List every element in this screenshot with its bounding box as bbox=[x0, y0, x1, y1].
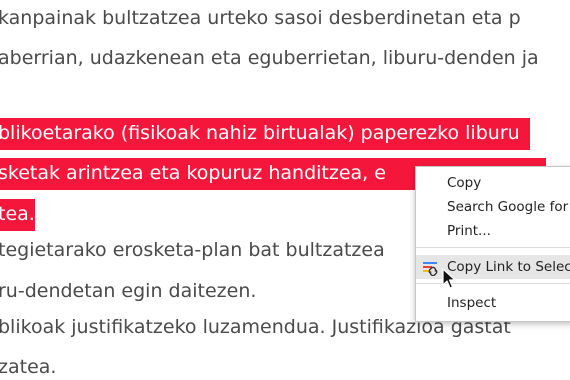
menu-item-label: Copy bbox=[447, 175, 482, 191]
paragraph-line: kanpainak bultzatzea urteko sasoi desber… bbox=[0, 6, 521, 30]
paragraph-line: tegietarako erosketa-plan bat bultzatzea bbox=[0, 238, 385, 262]
menu-separator bbox=[416, 247, 570, 248]
menu-item-inspect[interactable]: Inspect bbox=[416, 291, 570, 315]
line-text: aberrian, udazkenean eta eguberrietan, l… bbox=[0, 47, 539, 69]
selected-text[interactable]: tea. bbox=[0, 199, 35, 231]
context-menu: Copy Search Google for Print... Copy Lin… bbox=[415, 166, 570, 322]
menu-item-label: Print... bbox=[447, 223, 491, 239]
menu-item-print[interactable]: Print... bbox=[416, 219, 570, 243]
mouse-pointer-icon bbox=[442, 268, 456, 290]
menu-separator bbox=[416, 283, 570, 284]
menu-item-label: Search Google for bbox=[447, 199, 569, 215]
paragraph-line: aberrian, udazkenean eta eguberrietan, l… bbox=[0, 46, 539, 70]
menu-item-copy-link-to-selection[interactable]: Copy Link to Selec bbox=[416, 255, 570, 279]
line-text: kanpainak bultzatzea urteko sasoi desber… bbox=[0, 7, 521, 29]
selected-text[interactable]: blikoetarako (fisikoak nahiz birtualak) … bbox=[0, 118, 530, 150]
line-text: zatea. bbox=[0, 356, 57, 378]
paragraph-line: ru-dendetan egin daitezen. bbox=[0, 279, 256, 303]
link-highlight-icon bbox=[423, 260, 439, 277]
menu-item-search-google[interactable]: Search Google for bbox=[416, 195, 570, 219]
selected-line: blikoetarako (fisikoak nahiz birtualak) … bbox=[0, 118, 530, 150]
line-text: tegietarako erosketa-plan bat bultzatzea bbox=[0, 239, 385, 261]
menu-item-copy[interactable]: Copy bbox=[416, 171, 570, 195]
paragraph-line: zatea. bbox=[0, 355, 56, 379]
menu-item-label: Inspect bbox=[447, 295, 497, 311]
line-text: ru-dendetan egin daitezen. bbox=[0, 280, 257, 302]
menu-item-label: Copy Link to Selec bbox=[447, 259, 570, 275]
selected-line: tea. bbox=[0, 199, 35, 231]
